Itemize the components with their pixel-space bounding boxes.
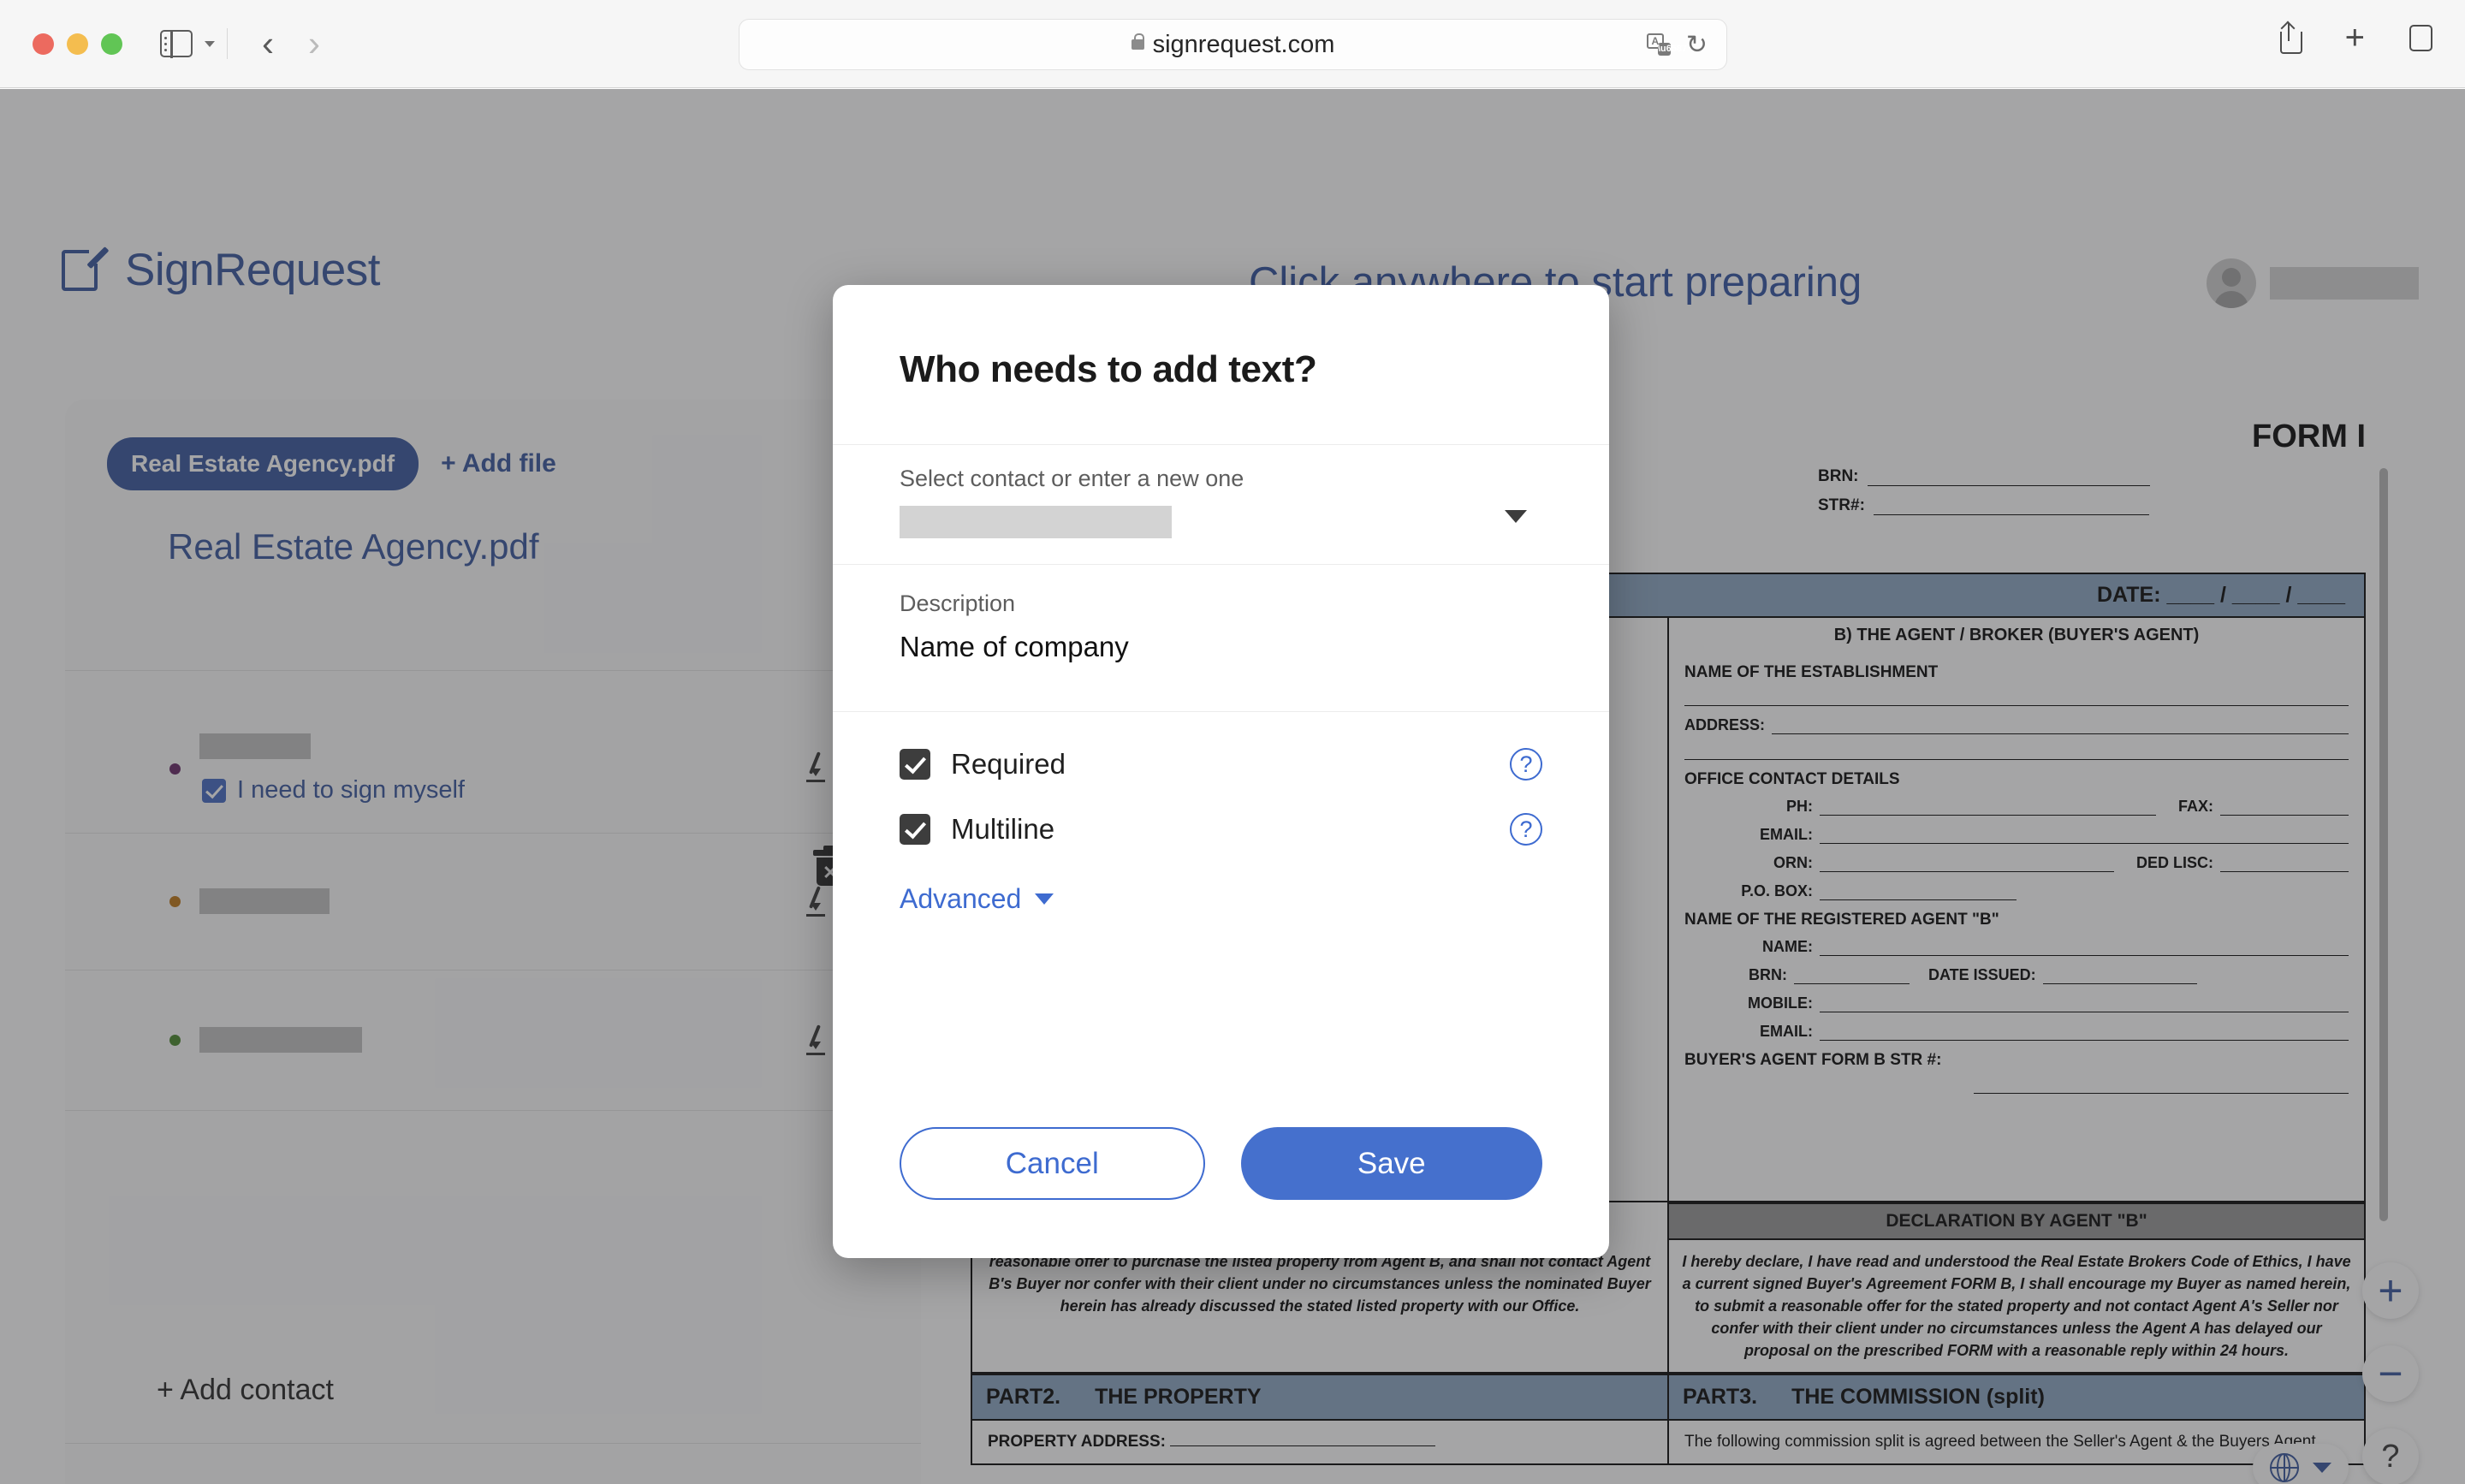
window-controls bbox=[33, 33, 122, 55]
required-option-row: Required ? bbox=[900, 748, 1542, 781]
chevron-down-icon[interactable] bbox=[205, 40, 215, 47]
save-button[interactable]: Save bbox=[1240, 1127, 1542, 1200]
cancel-button[interactable]: Cancel bbox=[900, 1127, 1205, 1200]
share-icon[interactable] bbox=[2278, 21, 2302, 54]
required-checkbox[interactable] bbox=[900, 749, 930, 780]
browser-toolbar: ‹ › signrequest.com A \u6587 ↻ + bbox=[0, 0, 2465, 88]
options-section: Required ? Multiline ? bbox=[833, 712, 1609, 878]
forward-button[interactable]: › bbox=[308, 26, 320, 62]
divider bbox=[227, 28, 228, 59]
contact-select-value-redacted bbox=[900, 506, 1172, 538]
translate-icon[interactable]: A \u6587 bbox=[1646, 33, 1687, 56]
question-mark-icon[interactable]: ? bbox=[1510, 813, 1542, 846]
screen: ‹ › signrequest.com A\u6587 ↻ + SignReq bbox=[0, 0, 2465, 1484]
close-window-button[interactable] bbox=[33, 33, 54, 55]
chevron-down-icon bbox=[1035, 893, 1054, 905]
lock-icon bbox=[1131, 33, 1145, 50]
chevron-down-icon[interactable] bbox=[1505, 510, 1527, 523]
toolbar-right-actions: + bbox=[2278, 20, 2440, 55]
address-bar-actions: A \u6587 ↻ bbox=[1646, 30, 1708, 60]
dialog-actions: Cancel Save bbox=[833, 1127, 1609, 1258]
maximize-window-button[interactable] bbox=[101, 33, 122, 55]
back-button[interactable]: ‹ bbox=[262, 26, 274, 62]
required-label: Required bbox=[951, 748, 1066, 780]
tabs-overview-icon[interactable] bbox=[2409, 20, 2440, 51]
url-text: signrequest.com bbox=[1152, 30, 1335, 58]
contact-select-label: Select contact or enter a new one bbox=[900, 466, 1244, 491]
description-label: Description bbox=[900, 591, 1016, 616]
new-tab-button[interactable]: + bbox=[2345, 21, 2365, 55]
minimize-window-button[interactable] bbox=[67, 33, 88, 55]
reload-icon[interactable]: ↻ bbox=[1686, 30, 1708, 60]
multiline-checkbox[interactable] bbox=[900, 814, 930, 845]
description-field[interactable]: Description Name of company bbox=[833, 565, 1609, 711]
sidebar-toggle-group bbox=[160, 29, 215, 58]
navigation-arrows: ‹ › bbox=[262, 26, 320, 62]
dialog-title: Who needs to add text? bbox=[900, 348, 1317, 390]
description-input[interactable]: Name of company bbox=[900, 631, 1542, 663]
address-bar[interactable]: signrequest.com A \u6587 ↻ bbox=[739, 19, 1727, 70]
add-text-field-dialog: Who needs to add text? Select contact or… bbox=[833, 285, 1609, 1258]
contact-select-field[interactable]: Select contact or enter a new one bbox=[833, 445, 1609, 564]
question-mark-icon[interactable]: ? bbox=[1510, 748, 1542, 781]
multiline-option-row: Multiline ? bbox=[900, 813, 1542, 846]
multiline-label: Multiline bbox=[951, 813, 1055, 845]
advanced-label: Advanced bbox=[900, 883, 1022, 914]
sidebar-icon[interactable] bbox=[160, 29, 193, 58]
advanced-toggle[interactable]: Advanced bbox=[833, 878, 1609, 915]
